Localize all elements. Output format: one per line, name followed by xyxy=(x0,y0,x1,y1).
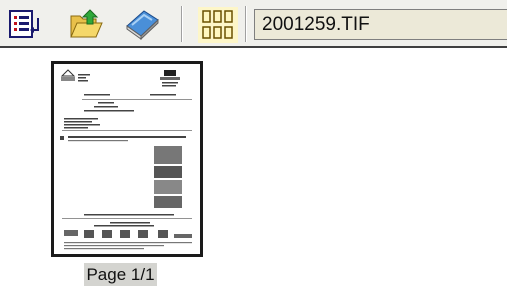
document-list-icon[interactable] xyxy=(6,6,42,42)
page-thumbnail[interactable] xyxy=(51,61,203,257)
toolbar: 2001259.TIF xyxy=(0,0,507,48)
page-label: Page 1/1 xyxy=(84,263,157,286)
open-folder-icon[interactable] xyxy=(68,6,104,42)
page-thumbnail-image xyxy=(54,64,200,254)
filename-field: 2001259.TIF xyxy=(254,9,507,40)
toolbar-separator xyxy=(181,6,183,42)
thumbnail-grid-icon[interactable] xyxy=(198,7,238,43)
book-icon[interactable] xyxy=(124,6,160,42)
toolbar-separator xyxy=(245,6,247,42)
